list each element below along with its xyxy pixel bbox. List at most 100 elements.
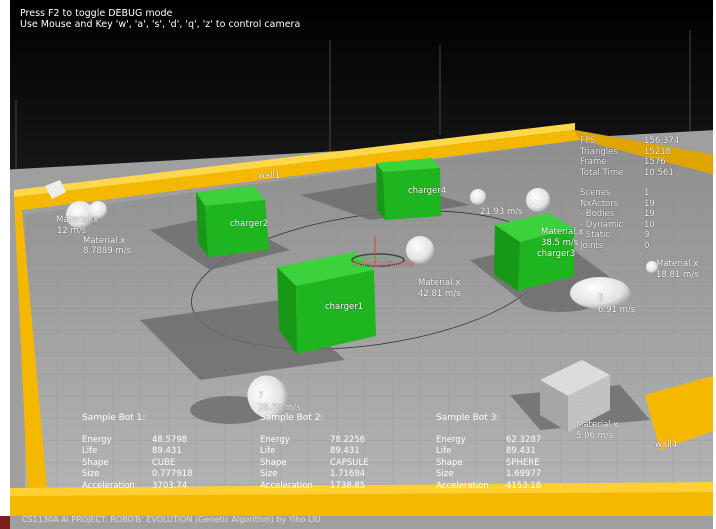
stats-row: Joints 0	[580, 241, 704, 252]
sample-bot-2-panel: Sample Bot 2: Energy 78.2256 Life 89.431 S…	[260, 413, 430, 492]
life-value: 89.431	[330, 446, 360, 456]
wall1-label: wall1	[258, 171, 281, 181]
bot7-speed: 29.58 m/s	[258, 403, 301, 413]
stats-panel: FPS 156.374 Triangles 15218 Frame 1576 Tota…	[580, 136, 704, 251]
size-value: 1.69977	[506, 469, 542, 479]
acceleration-value: 3703.74	[152, 480, 188, 491]
stats-row: Scenes 1	[580, 188, 704, 199]
sample-bot-row: Size 1.71694	[260, 469, 430, 481]
help-line-1: Press F2 to toggle DEBUG mode	[20, 8, 173, 19]
bot-far-right-speed: 18.81 m/s	[656, 270, 699, 280]
bot-far-right-name: Material.x	[656, 259, 699, 269]
bot-left-name: Material.x	[56, 215, 99, 225]
sample-bot-row: Acceleration 4153.18	[436, 481, 606, 493]
energy-value: 62.3287	[506, 434, 542, 445]
field-label: Acceleration	[82, 480, 135, 491]
stat-label: Joints	[580, 240, 604, 251]
stats-row: FPS 156.374	[580, 136, 704, 147]
bot-top-speed: 21.93 m/s	[480, 207, 523, 217]
sample-bot-1-panel: Sample Bot 1: Energy 48.5798 Life 89.431 S…	[82, 413, 252, 492]
bot2-number: 2	[598, 293, 604, 303]
stat-label: - Dynamic	[580, 219, 624, 230]
stat-label: - Bodies	[580, 209, 615, 219]
stats-row: Frame 1576	[580, 157, 704, 168]
game-viewport[interactable]: Press F2 to toggle DEBUG mode Use Mouse …	[0, 0, 716, 529]
help-line-2: Use Mouse and Key 'w', 'a', 's', 'd', 'q…	[20, 19, 301, 30]
energy-value: 78.2256	[330, 434, 366, 445]
stats-row: Triangles 15218	[580, 147, 704, 158]
shape-value: CUBE	[152, 457, 176, 468]
bot-right-name: Material.x	[541, 227, 584, 237]
sample-bot-row: Acceleration 3703.74	[82, 481, 252, 493]
stat-value: 10	[644, 219, 655, 230]
stat-value: 0	[644, 240, 650, 251]
bot2-speed: 6.91 m/s	[598, 305, 636, 315]
field-label: Energy	[260, 434, 290, 445]
sample-bot-row: Life 89.431	[436, 446, 606, 458]
bot-left2-name: Material.x	[83, 236, 126, 246]
stats-row: NxActors 19	[580, 199, 704, 210]
stats-spacer	[580, 178, 704, 188]
field-label: Energy	[82, 434, 112, 445]
stat-label: NxActors	[580, 198, 619, 209]
bot-right-speed: 38.5 m/s	[541, 238, 579, 248]
sample-bot-row: Life 89.431	[82, 446, 252, 458]
bot7-number: 7	[258, 391, 264, 401]
field-label: Shape	[260, 457, 287, 468]
field-label: Size	[436, 469, 454, 479]
stat-label: Total Time	[580, 167, 624, 178]
stat-value: 156.374	[644, 136, 680, 146]
stats-row: - Bodies 19	[580, 209, 704, 220]
corner-mark	[0, 516, 10, 529]
help-text: Press F2 to toggle DEBUG mode Use Mouse …	[20, 8, 300, 30]
stat-label: Triangles	[580, 146, 618, 157]
stat-label: Scenes	[580, 188, 611, 198]
field-label: Life	[436, 446, 452, 456]
sample-bot-row: Size 1.69977	[436, 469, 606, 481]
shape-value: CAPSULE	[330, 457, 369, 468]
stat-value: 15218	[644, 146, 672, 157]
stat-value: 9	[644, 230, 650, 240]
sample-bot-row: Shape SPHERE	[436, 458, 606, 470]
stat-label: Frame	[580, 157, 607, 167]
sample-bot-row: Energy 62.3287	[436, 435, 606, 447]
field-label: Shape	[82, 457, 109, 468]
size-value: 1.71694	[330, 469, 366, 479]
left-margin	[0, 0, 10, 516]
sample-bot-row: Shape CAPSULE	[260, 458, 430, 470]
acceleration-value: 4153.18	[506, 480, 542, 491]
bot-center-name: Material.x	[418, 278, 461, 288]
field-label: Shape	[436, 457, 463, 468]
sample-bot-title: Sample Bot 1:	[82, 413, 146, 423]
field-label: Size	[260, 469, 278, 479]
field-label: Size	[82, 469, 100, 479]
sample-bot-row: Energy 78.2256	[260, 435, 430, 447]
center-label: HydrogenFluoride	[352, 260, 415, 268]
bot-left2-speed: 8.7889 m/s	[83, 246, 132, 256]
size-value: 0.777918	[152, 469, 193, 479]
shape-value: SPHERE	[506, 457, 540, 468]
charger4-label: charger4	[408, 186, 447, 196]
sample-bot-title: Sample Bot 2:	[260, 413, 324, 423]
sample-bot-row: Shape CUBE	[82, 458, 252, 470]
field-label: Energy	[436, 434, 466, 445]
sample-bot-row: Acceleration 1738.85	[260, 481, 430, 493]
footer-credits: CS1130A AI PROJECT: ROBOTs' EVOLUTION (G…	[22, 515, 321, 524]
charger3-label: charger3	[537, 249, 576, 259]
charger2-label: charger2	[230, 219, 269, 229]
stat-value: 1576	[644, 157, 666, 167]
cube-bot-number: 8	[576, 398, 582, 408]
sample-bot-3-panel: Sample Bot 3: Energy 62.3287 Life 89.431 S…	[436, 413, 606, 492]
stat-label: - Static	[580, 230, 611, 240]
field-label: Life	[82, 446, 98, 456]
sample-bot-row: Life 89.431	[260, 446, 430, 458]
sample-bot-title: Sample Bot 3:	[436, 413, 500, 423]
stat-value: 10.561	[644, 167, 674, 178]
sample-bot-row: Energy 48.5798	[82, 435, 252, 447]
bot-left-speed: 12 m/s	[57, 226, 87, 236]
life-value: 89.431	[506, 446, 536, 456]
stat-value: 1	[644, 188, 650, 198]
wall4-label: wall4	[655, 440, 678, 450]
life-value: 89.431	[152, 446, 182, 456]
energy-value: 48.5798	[152, 434, 188, 445]
